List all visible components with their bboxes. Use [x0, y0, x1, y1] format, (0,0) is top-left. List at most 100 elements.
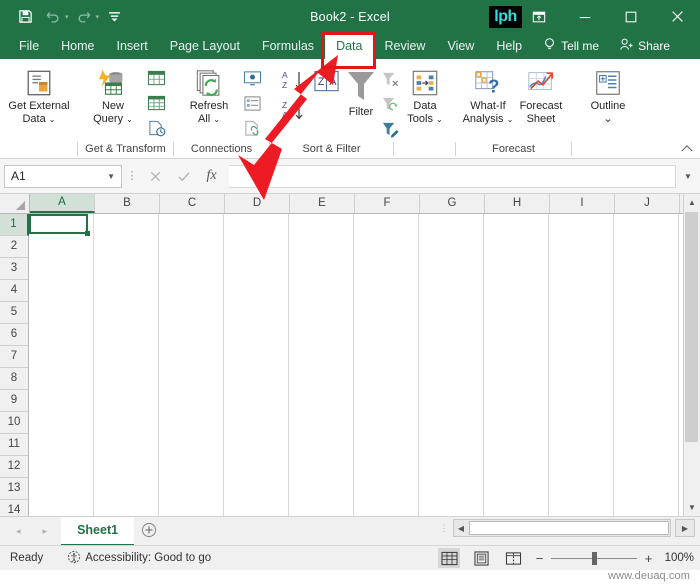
column-header-a[interactable]: A: [30, 194, 95, 213]
normal-view-icon[interactable]: [438, 548, 460, 568]
cell-g13[interactable]: [419, 466, 484, 488]
cell-g2[interactable]: [419, 235, 484, 257]
cell-h2[interactable]: [484, 235, 549, 257]
cell-a12[interactable]: [29, 445, 94, 467]
cell-f9[interactable]: [354, 382, 419, 404]
column-header-i[interactable]: I: [550, 194, 615, 213]
accessibility-status[interactable]: Accessibility: Good to go: [43, 550, 211, 567]
cell-f3[interactable]: [354, 256, 419, 278]
cell-e10[interactable]: [289, 403, 354, 425]
from-table-icon[interactable]: [143, 91, 169, 115]
get-external-data-button[interactable]: Get External Data ⌄: [5, 63, 73, 126]
properties-icon[interactable]: [239, 91, 265, 115]
cell-g4[interactable]: [419, 277, 484, 299]
maximize-icon[interactable]: [608, 0, 654, 33]
row-header-7[interactable]: 7: [0, 346, 29, 368]
cell-b10[interactable]: [94, 403, 159, 425]
cell-e7[interactable]: [289, 340, 354, 362]
cell-g15[interactable]: [419, 508, 484, 516]
cell-c3[interactable]: [159, 256, 224, 278]
cell-a14[interactable]: [29, 487, 94, 509]
tab-file[interactable]: File: [8, 33, 50, 59]
cell-a3[interactable]: [29, 256, 94, 278]
column-header-f[interactable]: F: [355, 194, 420, 213]
cell-f4[interactable]: [354, 277, 419, 299]
cell-i8[interactable]: [549, 361, 614, 383]
cell-b7[interactable]: [94, 340, 159, 362]
cell-d8[interactable]: [224, 361, 289, 383]
cell-i5[interactable]: [549, 298, 614, 320]
cell-g14[interactable]: [419, 487, 484, 509]
cell-j3[interactable]: [614, 256, 679, 278]
cell-h10[interactable]: [484, 403, 549, 425]
cell-d2[interactable]: [224, 235, 289, 257]
cell-c6[interactable]: [159, 319, 224, 341]
cell-h8[interactable]: [484, 361, 549, 383]
formula-input[interactable]: [229, 164, 676, 188]
cell-h5[interactable]: [484, 298, 549, 320]
name-box-dropdown-icon[interactable]: ▼: [107, 172, 115, 181]
cell-f11[interactable]: [354, 424, 419, 446]
scroll-up-icon[interactable]: ▲: [684, 194, 700, 211]
refresh-all-dropdown-icon[interactable]: ⌄: [213, 115, 220, 124]
cell-d12[interactable]: [224, 445, 289, 467]
cell-c7[interactable]: [159, 340, 224, 362]
cell-c12[interactable]: [159, 445, 224, 467]
cell-j7[interactable]: [614, 340, 679, 362]
cell-a4[interactable]: [29, 277, 94, 299]
cell-a2[interactable]: [29, 235, 94, 257]
cell-f13[interactable]: [354, 466, 419, 488]
enter-formula-icon[interactable]: [170, 165, 197, 187]
cell-e11[interactable]: [289, 424, 354, 446]
outline-button[interactable]: Outline ⌄: [577, 63, 639, 126]
tab-formulas[interactable]: Formulas: [251, 33, 325, 59]
recent-sources-icon[interactable]: [143, 116, 169, 140]
name-box[interactable]: A1 ▼: [4, 164, 122, 188]
tab-insert[interactable]: Insert: [106, 33, 159, 59]
cell-b4[interactable]: [94, 277, 159, 299]
cell-c14[interactable]: [159, 487, 224, 509]
cell-f12[interactable]: [354, 445, 419, 467]
cell-i3[interactable]: [549, 256, 614, 278]
column-header-h[interactable]: H: [485, 194, 550, 213]
zoom-slider-thumb[interactable]: [592, 551, 597, 565]
filter-button[interactable]: Filter: [345, 63, 377, 119]
cell-e8[interactable]: [289, 361, 354, 383]
cell-g9[interactable]: [419, 382, 484, 404]
cell-e4[interactable]: [289, 277, 354, 299]
cell-i4[interactable]: [549, 277, 614, 299]
cell-a10[interactable]: [29, 403, 94, 425]
cell-e9[interactable]: [289, 382, 354, 404]
cell-h3[interactable]: [484, 256, 549, 278]
cell-b6[interactable]: [94, 319, 159, 341]
cell-j8[interactable]: [614, 361, 679, 383]
cell-a8[interactable]: [29, 361, 94, 383]
row-header-8[interactable]: 8: [0, 368, 29, 390]
horizontal-scroll-thumb[interactable]: [469, 521, 669, 535]
cell-b3[interactable]: [94, 256, 159, 278]
tab-data[interactable]: Data: [325, 33, 374, 59]
cell-a11[interactable]: [29, 424, 94, 446]
vertical-scrollbar[interactable]: ▲ ▼: [683, 194, 700, 516]
split-handle[interactable]: ⋮: [439, 523, 449, 532]
cell-g12[interactable]: [419, 445, 484, 467]
row-header-9[interactable]: 9: [0, 390, 29, 412]
cell-b2[interactable]: [94, 235, 159, 257]
cell-i6[interactable]: [549, 319, 614, 341]
cell-a7[interactable]: [29, 340, 94, 362]
cell-j10[interactable]: [614, 403, 679, 425]
tell-me-box[interactable]: Tell me: [533, 33, 609, 59]
row-header-1[interactable]: 1: [0, 214, 29, 236]
cell-j4[interactable]: [614, 277, 679, 299]
row-header-4[interactable]: 4: [0, 280, 29, 302]
cell-e3[interactable]: [289, 256, 354, 278]
cell-i14[interactable]: [549, 487, 614, 509]
cell-b15[interactable]: [94, 508, 159, 516]
cell-c8[interactable]: [159, 361, 224, 383]
cell-j12[interactable]: [614, 445, 679, 467]
cell-c2[interactable]: [159, 235, 224, 257]
cell-h4[interactable]: [484, 277, 549, 299]
row-header-6[interactable]: 6: [0, 324, 29, 346]
column-header-g[interactable]: G: [420, 194, 485, 213]
sort-a-to-z-icon[interactable]: AZ: [279, 68, 309, 94]
